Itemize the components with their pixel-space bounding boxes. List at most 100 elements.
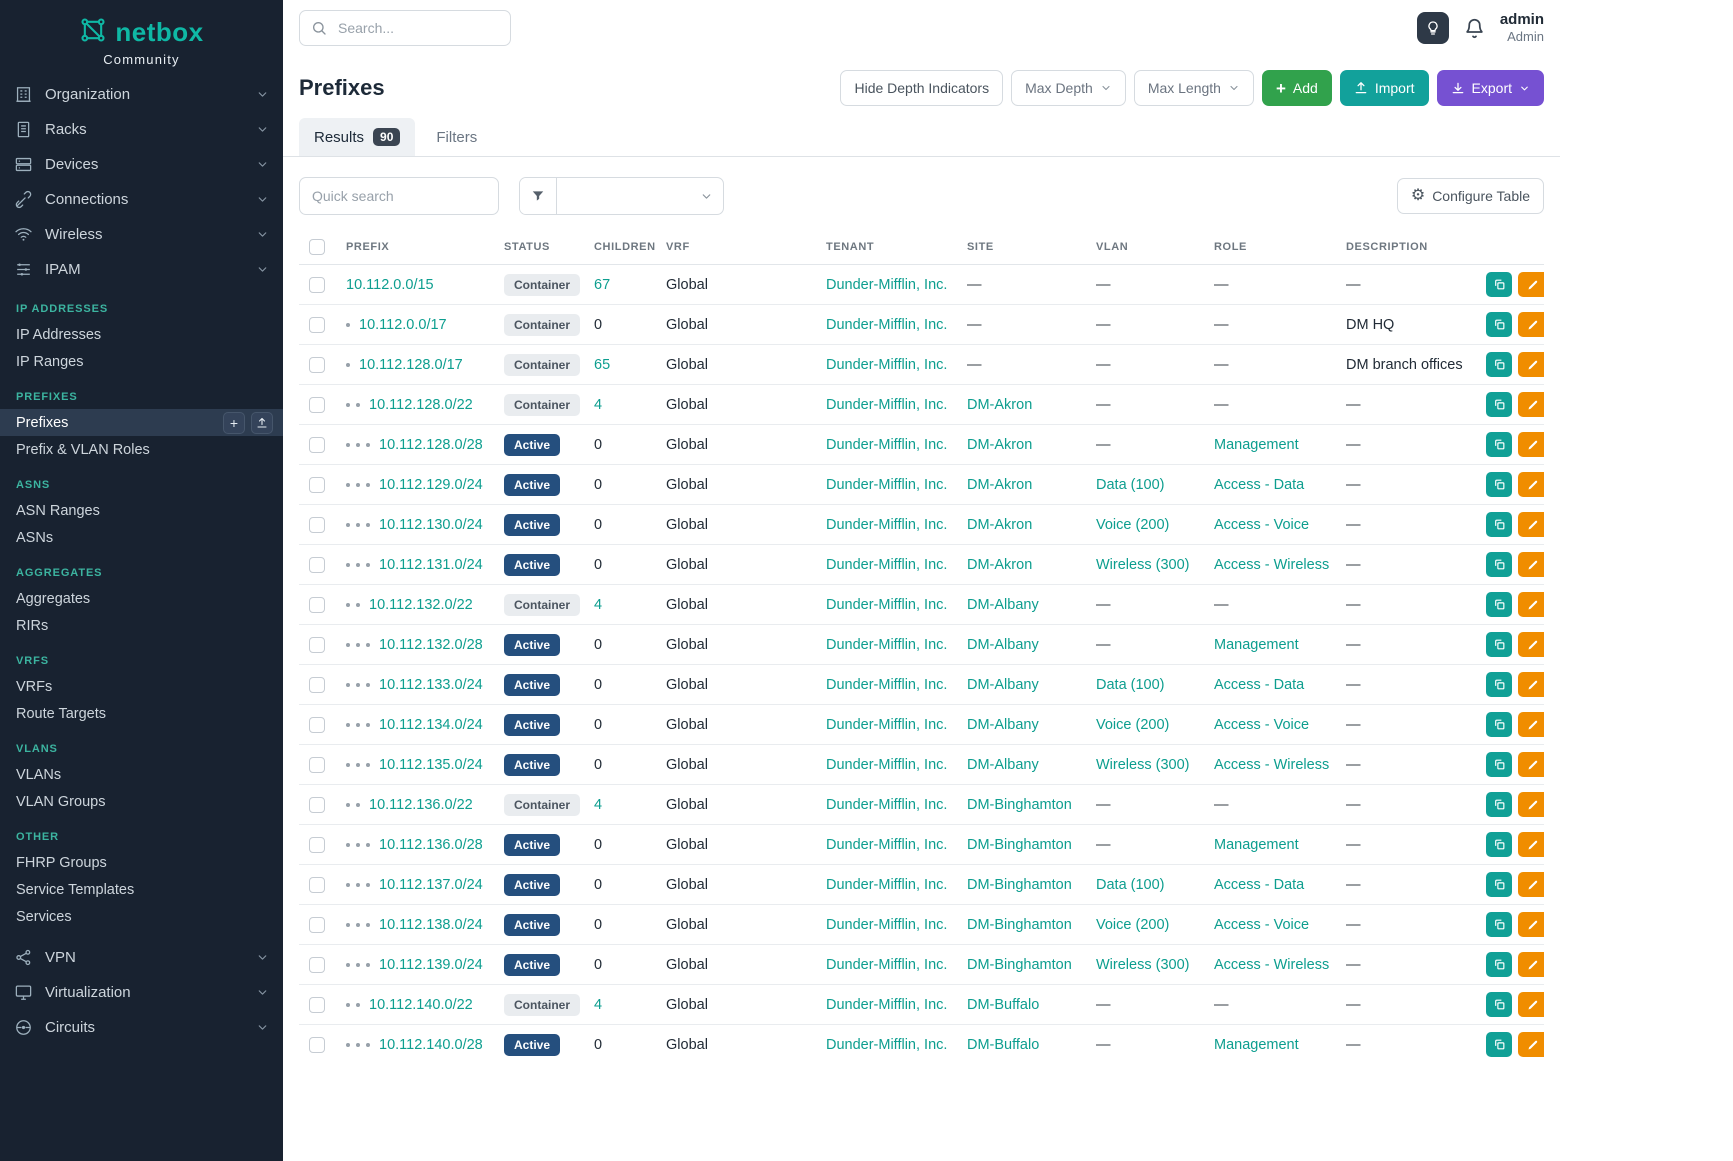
row-checkbox[interactable] <box>309 437 325 453</box>
edit-button[interactable] <box>1518 792 1544 817</box>
tenant-link[interactable]: Dunder-Mifflin, Inc. <box>826 1037 947 1053</box>
sidebar-item-aggregates[interactable]: Aggregates <box>0 585 283 612</box>
children-link[interactable]: 4 <box>594 397 602 413</box>
sidebar-item-asn-ranges[interactable]: ASN Ranges <box>0 497 283 524</box>
edit-button[interactable] <box>1518 912 1544 937</box>
notifications-bell-icon[interactable] <box>1464 18 1485 39</box>
role-link[interactable]: Management <box>1214 437 1299 453</box>
edit-button[interactable] <box>1518 952 1544 977</box>
column-header-prefix[interactable]: PREFIX <box>336 231 494 265</box>
sidebar-item-vlan-groups[interactable]: VLAN Groups <box>0 788 283 815</box>
site-link[interactable]: DM-Binghamton <box>967 957 1072 973</box>
search-input[interactable] <box>336 19 499 37</box>
column-header-description[interactable]: DESCRIPTION <box>1336 231 1476 265</box>
sidebar-item-racks[interactable]: Racks <box>0 112 283 147</box>
tenant-link[interactable]: Dunder-Mifflin, Inc. <box>826 637 947 653</box>
clone-button[interactable] <box>1486 1032 1512 1057</box>
role-link[interactable]: Access - Wireless <box>1214 957 1329 973</box>
tenant-link[interactable]: Dunder-Mifflin, Inc. <box>826 437 947 453</box>
edit-button[interactable] <box>1518 632 1544 657</box>
prefix-link[interactable]: 10.112.128.0/22 <box>369 397 473 413</box>
role-link[interactable]: Access - Data <box>1214 677 1304 693</box>
row-checkbox[interactable] <box>309 837 325 853</box>
clone-button[interactable] <box>1486 592 1512 617</box>
saved-filter-select[interactable] <box>557 178 723 214</box>
role-link[interactable]: Access - Voice <box>1214 517 1309 533</box>
tenant-link[interactable]: Dunder-Mifflin, Inc. <box>826 717 947 733</box>
role-link[interactable]: Management <box>1214 837 1299 853</box>
row-checkbox[interactable] <box>309 797 325 813</box>
clone-button[interactable] <box>1486 352 1512 377</box>
prefix-link[interactable]: 10.112.130.0/24 <box>379 517 483 533</box>
edit-button[interactable] <box>1518 712 1544 737</box>
clone-button[interactable] <box>1486 552 1512 577</box>
row-checkbox[interactable] <box>309 1037 325 1053</box>
tenant-link[interactable]: Dunder-Mifflin, Inc. <box>826 877 947 893</box>
tenant-link[interactable]: Dunder-Mifflin, Inc. <box>826 557 947 573</box>
clone-button[interactable] <box>1486 432 1512 457</box>
clone-button[interactable] <box>1486 712 1512 737</box>
quick-import-button[interactable] <box>251 412 273 434</box>
row-checkbox[interactable] <box>309 757 325 773</box>
vlan-link[interactable]: Wireless (300) <box>1096 757 1189 773</box>
row-checkbox[interactable] <box>309 277 325 293</box>
children-link[interactable]: 4 <box>594 597 602 613</box>
site-link[interactable]: DM-Akron <box>967 437 1032 453</box>
site-link[interactable]: DM-Buffalo <box>967 1037 1039 1053</box>
edit-button[interactable] <box>1518 432 1544 457</box>
tenant-link[interactable]: Dunder-Mifflin, Inc. <box>826 757 947 773</box>
site-link[interactable]: DM-Albany <box>967 637 1039 653</box>
tenant-link[interactable]: Dunder-Mifflin, Inc. <box>826 477 947 493</box>
tenant-link[interactable]: Dunder-Mifflin, Inc. <box>826 797 947 813</box>
vlan-link[interactable]: Data (100) <box>1096 677 1165 693</box>
prefix-link[interactable]: 10.112.137.0/24 <box>379 877 483 893</box>
clone-button[interactable] <box>1486 912 1512 937</box>
row-checkbox[interactable] <box>309 557 325 573</box>
clone-button[interactable] <box>1486 672 1512 697</box>
sidebar-item-vlans[interactable]: VLANs <box>0 761 283 788</box>
prefix-link[interactable]: 10.112.128.0/28 <box>379 437 483 453</box>
children-link[interactable]: 67 <box>594 277 610 293</box>
sidebar-item-vrfs[interactable]: VRFs <box>0 673 283 700</box>
row-checkbox[interactable] <box>309 957 325 973</box>
site-link[interactable]: DM-Binghamton <box>967 917 1072 933</box>
row-checkbox[interactable] <box>309 517 325 533</box>
children-link[interactable]: 4 <box>594 797 602 813</box>
theme-toggle-button[interactable] <box>1417 12 1449 44</box>
site-link[interactable]: DM-Akron <box>967 557 1032 573</box>
vlan-link[interactable]: Voice (200) <box>1096 917 1169 933</box>
edit-button[interactable] <box>1518 472 1544 497</box>
vlan-link[interactable]: Data (100) <box>1096 477 1165 493</box>
tab-results[interactable]: Results 90 <box>299 118 415 156</box>
clone-button[interactable] <box>1486 992 1512 1017</box>
edit-button[interactable] <box>1518 552 1544 577</box>
site-link[interactable]: DM-Albany <box>967 717 1039 733</box>
tenant-link[interactable]: Dunder-Mifflin, Inc. <box>826 517 947 533</box>
site-link[interactable]: DM-Binghamton <box>967 837 1072 853</box>
row-checkbox[interactable] <box>309 597 325 613</box>
sidebar-item-connections[interactable]: Connections <box>0 182 283 217</box>
edit-button[interactable] <box>1518 512 1544 537</box>
row-checkbox[interactable] <box>309 317 325 333</box>
sidebar-item-service-templates[interactable]: Service Templates <box>0 876 283 903</box>
clone-button[interactable] <box>1486 792 1512 817</box>
role-link[interactable]: Access - Wireless <box>1214 757 1329 773</box>
vlan-link[interactable]: Wireless (300) <box>1096 957 1189 973</box>
global-search[interactable] <box>299 10 511 46</box>
role-link[interactable]: Access - Wireless <box>1214 557 1329 573</box>
edit-button[interactable] <box>1518 592 1544 617</box>
prefix-link[interactable]: 10.112.129.0/24 <box>379 477 483 493</box>
quick-add-button[interactable]: + <box>223 412 245 434</box>
tenant-link[interactable]: Dunder-Mifflin, Inc. <box>826 677 947 693</box>
prefix-link[interactable]: 10.112.0.0/15 <box>346 277 434 293</box>
sidebar-item-asns[interactable]: ASNs <box>0 524 283 551</box>
vlan-link[interactable]: Wireless (300) <box>1096 557 1189 573</box>
edit-button[interactable] <box>1518 992 1544 1017</box>
children-link[interactable]: 4 <box>594 997 602 1013</box>
sidebar-item-route-targets[interactable]: Route Targets <box>0 700 283 727</box>
prefix-link[interactable]: 10.112.135.0/24 <box>379 757 483 773</box>
tenant-link[interactable]: Dunder-Mifflin, Inc. <box>826 997 947 1013</box>
export-dropdown[interactable]: Export <box>1437 70 1544 106</box>
tab-filters[interactable]: Filters <box>421 119 492 156</box>
clone-button[interactable] <box>1486 952 1512 977</box>
